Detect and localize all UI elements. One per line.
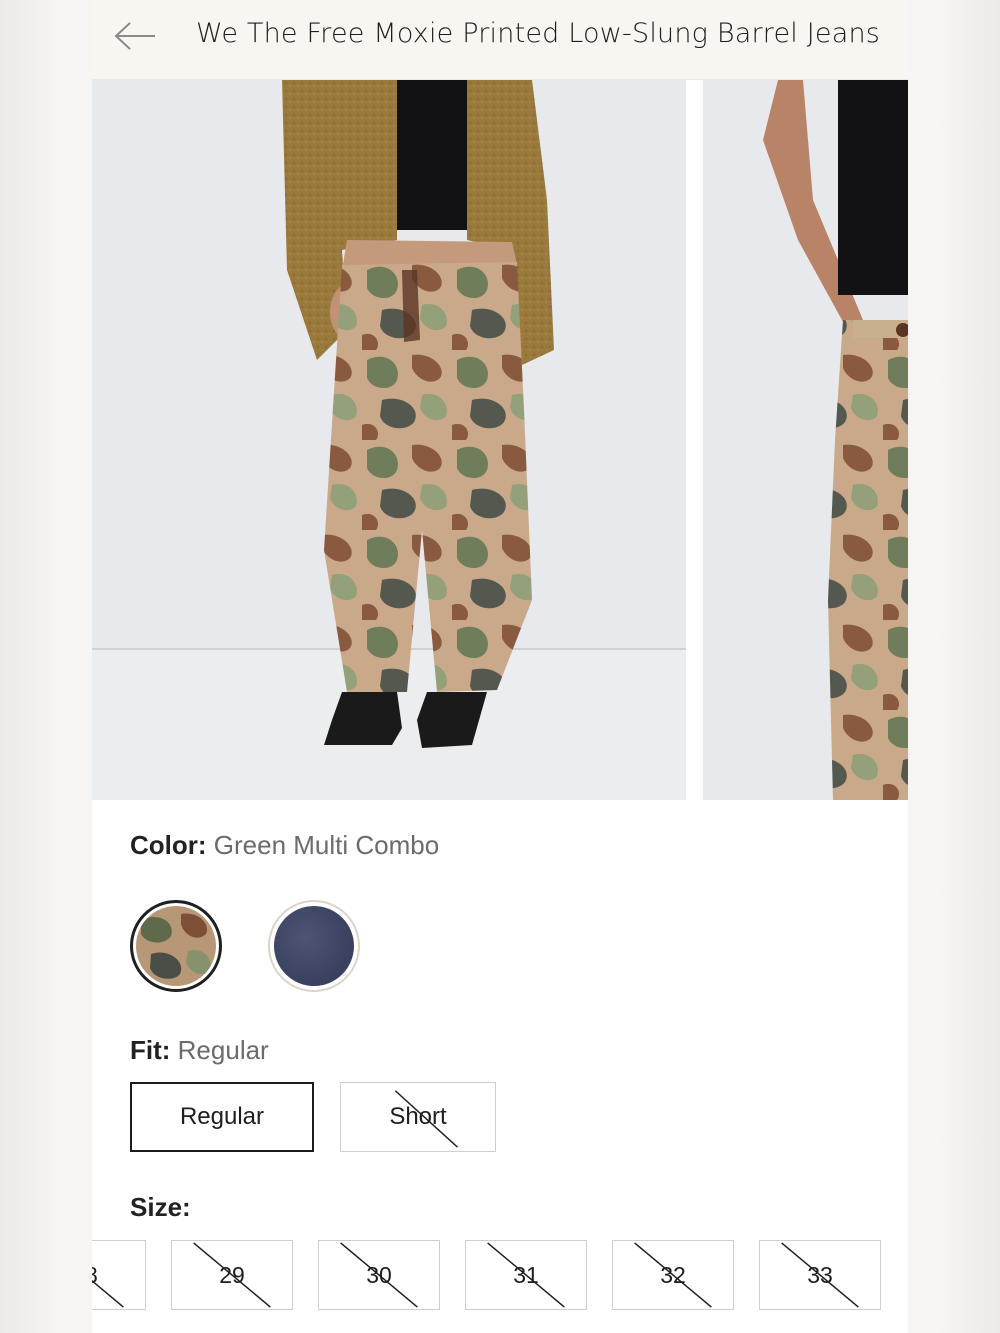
swatch-denim[interactable] (268, 900, 360, 992)
color-label: Color: (130, 830, 207, 860)
unavailable-slash-icon (92, 1279, 124, 1308)
fit-label-row: Fit: Regular (130, 1035, 269, 1066)
color-label-row: Color: Green Multi Combo (130, 830, 439, 861)
size-option-label: 28 (92, 1262, 98, 1289)
fit-option-label: Short (389, 1103, 447, 1130)
size-option-label: 33 (807, 1261, 833, 1288)
top-bar: We The Free Moxie Printed Low-Slung Barr… (92, 0, 908, 80)
arrow-left-icon (114, 22, 155, 50)
size-option-29[interactable]: 29 (171, 1240, 293, 1310)
size-option-label: 30 (366, 1261, 392, 1288)
color-value: Green Multi Combo (213, 830, 440, 860)
size-option-label: 31 (513, 1261, 539, 1288)
product-image-front[interactable] (92, 80, 686, 800)
size-option-label: 29 (219, 1261, 245, 1288)
size-option-32[interactable]: 32 (612, 1240, 734, 1310)
size-label-row: Size: (130, 1192, 191, 1223)
size-option-30[interactable]: 30 (318, 1240, 440, 1310)
swatch-green-multi-combo[interactable] (130, 900, 222, 992)
size-option-28[interactable]: 28 (92, 1240, 146, 1310)
fit-label: Fit: (130, 1035, 171, 1065)
fit-option-regular[interactable]: Regular (130, 1082, 314, 1152)
fit-value: Regular (177, 1035, 269, 1065)
back-button[interactable] (112, 16, 158, 56)
product-image-back[interactable] (703, 80, 908, 800)
fit-option-short[interactable]: Short (340, 1082, 496, 1152)
size-option-31[interactable]: 31 (465, 1240, 587, 1310)
size-option-label: 32 (660, 1261, 686, 1288)
product-screen: We The Free Moxie Printed Low-Slung Barr… (92, 0, 908, 1333)
image-gallery[interactable] (92, 80, 908, 800)
size-option-33[interactable]: 33 (759, 1240, 881, 1310)
fit-option-label: Regular (179, 1103, 265, 1130)
size-label: Size: (130, 1192, 191, 1222)
page-title: We The Free Moxie Printed Low-Slung Barr… (196, 18, 881, 49)
